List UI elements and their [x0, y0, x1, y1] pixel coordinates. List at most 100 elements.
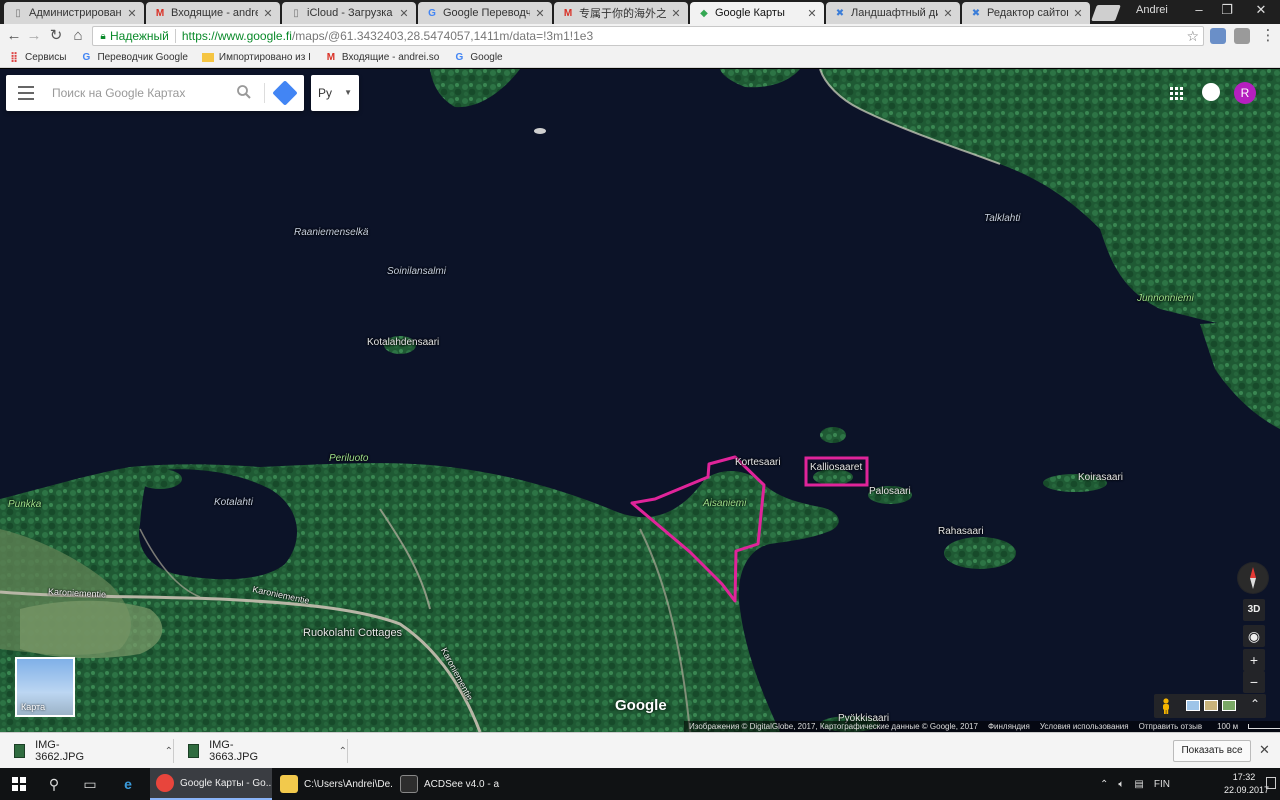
scale-label[interactable]: 100 м	[1212, 722, 1280, 731]
chevron-up-icon[interactable]: ⌃	[165, 746, 173, 757]
volume-icon[interactable]: 🔈︎	[1118, 779, 1124, 790]
downloads-bar: IMG-3662.JPG ⌃ IMG-3663.JPG ⌃ Показать в…	[0, 732, 1280, 768]
taskbar-app-explorer[interactable]: C:\Users\Andrei\De...	[274, 768, 392, 800]
chevron-up-icon[interactable]: ⌃	[1100, 779, 1108, 790]
tab-icloud[interactable]: ▯ iCloud - Загрузка «D ✕	[282, 2, 416, 24]
country-label[interactable]: Финляндия	[988, 722, 1030, 731]
account-avatar[interactable]: R	[1234, 82, 1256, 104]
close-icon[interactable]: ✕	[1072, 7, 1084, 20]
my-location-icon[interactable]: ◉	[1243, 625, 1265, 647]
place-label[interactable]: Punkka	[8, 499, 41, 510]
tab-landscape-design[interactable]: ✖ Ландшафтный дизай ✕	[826, 2, 960, 24]
terms-link[interactable]: Условия использования	[1040, 722, 1129, 731]
keyboard-language[interactable]: FIN	[1154, 779, 1170, 790]
tab-overseas-home[interactable]: M 专属于你的海外之家 ✕	[554, 2, 688, 24]
place-label[interactable]: Raaniemenselkä	[294, 227, 369, 238]
search-icon[interactable]: ⚲	[44, 774, 64, 794]
hamburger-menu-icon[interactable]	[18, 86, 34, 100]
close-icon[interactable]: ✕	[534, 7, 546, 20]
close-icon[interactable]: ✕	[1259, 742, 1270, 758]
close-icon[interactable]: ✕	[262, 7, 274, 20]
task-view-icon[interactable]: ▭	[80, 774, 100, 794]
scale-bar	[1248, 724, 1280, 729]
tab-wix-editor[interactable]: ✖ Редактор сайтов Wix ✕	[962, 2, 1090, 24]
place-label[interactable]: Kotalahdensaari	[367, 337, 439, 348]
google-apps-icon[interactable]	[1170, 87, 1184, 101]
network-icon[interactable]: ▤	[1134, 779, 1143, 790]
place-label[interactable]: Kotalahti	[214, 497, 253, 508]
pegman-icon[interactable]	[1160, 698, 1172, 714]
tab-gmail-inbox[interactable]: M Входящие - andrei.so ✕	[146, 2, 280, 24]
feedback-link[interactable]: Отправить отзыв	[1139, 722, 1203, 731]
translate-icon: G	[82, 52, 91, 63]
tab-google-translate[interactable]: G Google Переводчик ✕	[418, 2, 552, 24]
tab-administration[interactable]: ▯ Администрирование ✕	[4, 2, 144, 24]
bookmark-gmail[interactable]: M Входящие - andrei.so	[325, 52, 440, 64]
place-label[interactable]: Junnonniemi	[1137, 293, 1194, 304]
language-select[interactable]: Ру ▼	[311, 75, 359, 111]
forward-arrow-icon[interactable]: →	[24, 26, 44, 46]
directions-icon[interactable]	[272, 80, 298, 106]
bookmark-imported-folder[interactable]: Импортировано из I	[201, 52, 311, 63]
zoom-out-button[interactable]: −	[1243, 671, 1265, 693]
back-arrow-icon[interactable]: ←	[4, 26, 24, 46]
close-icon[interactable]: ✕	[398, 7, 410, 20]
place-label[interactable]: Koirasaari	[1078, 472, 1123, 483]
taskbar-app-acdsee[interactable]: ACDSee v4.0 - a	[394, 768, 504, 800]
search-icon[interactable]	[236, 84, 252, 100]
maximize-button[interactable]: ❐	[1212, 0, 1242, 22]
place-label[interactable]: Talklahti	[984, 213, 1020, 224]
address-bar[interactable]: 🔒︎ Надежный https://www.google.fi /maps/…	[92, 26, 1204, 46]
place-label[interactable]: Aisaniemi	[703, 498, 746, 509]
new-tab-button[interactable]	[1091, 5, 1121, 21]
bookmark-google[interactable]: G Google	[453, 52, 502, 64]
tilt-3d-button[interactable]: 3D	[1243, 599, 1265, 621]
internet-explorer-icon[interactable]: e	[118, 774, 138, 794]
poi-label-cottages[interactable]: Ruokolahti Cottages	[303, 627, 402, 639]
place-label[interactable]: Palosaari	[869, 486, 911, 497]
tab-label: iCloud - Загрузка «D	[307, 7, 394, 19]
download-item[interactable]: IMG-3662.JPG ⌃	[14, 739, 174, 763]
chevron-up-icon[interactable]: ⌃	[1250, 697, 1260, 711]
chevron-up-icon[interactable]: ⌃	[339, 746, 347, 757]
profile-name[interactable]: Andrei	[1136, 4, 1168, 16]
home-icon[interactable]: ⌂	[68, 26, 88, 46]
show-all-downloads-button[interactable]: Показать все	[1173, 740, 1251, 762]
close-icon[interactable]: ✕	[126, 7, 138, 20]
system-clock[interactable]: 17:32 22.09.2017	[1224, 771, 1269, 797]
bookmark-star-icon[interactable]: ☆	[1186, 28, 1199, 45]
window-close-button[interactable]: ✕	[1246, 0, 1276, 22]
imagery-thumbnail[interactable]	[1204, 700, 1218, 711]
notifications-bell-icon[interactable]	[1202, 83, 1220, 101]
maps-search-input[interactable]	[52, 83, 232, 103]
close-icon[interactable]: ✕	[806, 7, 818, 20]
close-icon[interactable]: ✕	[670, 7, 682, 20]
extension-icon[interactable]	[1210, 28, 1226, 44]
chrome-menu-icon[interactable]: ⋮	[1258, 26, 1278, 46]
extension-icon[interactable]	[1234, 28, 1250, 44]
imagery-thumbnail[interactable]	[1222, 700, 1236, 711]
place-label[interactable]: Kortesaari	[735, 457, 781, 468]
taskbar-app-chrome[interactable]: Google Карты - Go...	[150, 768, 272, 800]
minimize-button[interactable]: –	[1184, 0, 1214, 22]
download-item[interactable]: IMG-3663.JPG ⌃	[188, 739, 348, 763]
place-label[interactable]: Kalliosaaret	[810, 462, 862, 473]
place-label[interactable]: Soinilansalmi	[387, 266, 446, 277]
map-layer-toggle[interactable]: Карта	[15, 657, 75, 717]
bookmark-label: Входящие - andrei.so	[341, 52, 440, 63]
bookmark-google-translate[interactable]: G Переводчик Google	[80, 52, 188, 64]
scale-text: 100 м	[1217, 722, 1239, 731]
close-icon[interactable]: ✕	[942, 7, 954, 20]
zoom-in-button[interactable]: +	[1243, 649, 1265, 671]
place-label[interactable]: Periluoto	[329, 453, 368, 464]
reload-icon[interactable]: ↻	[46, 26, 66, 46]
satellite-map[interactable]: Raaniemenselkä Soinilansalmi Kotalahdens…	[0, 69, 1280, 732]
bookmark-services[interactable]: ⣿ Сервисы	[8, 52, 66, 64]
imagery-thumbnail[interactable]	[1186, 700, 1200, 711]
windows-start-icon[interactable]	[12, 777, 26, 791]
bookmark-label: Переводчик Google	[97, 52, 188, 63]
notification-center-icon[interactable]	[1266, 777, 1276, 789]
place-label[interactable]: Rahasaari	[938, 526, 984, 537]
compass-icon[interactable]	[1237, 562, 1269, 594]
tab-google-maps[interactable]: ◆ Google Карты ✕	[690, 2, 824, 24]
